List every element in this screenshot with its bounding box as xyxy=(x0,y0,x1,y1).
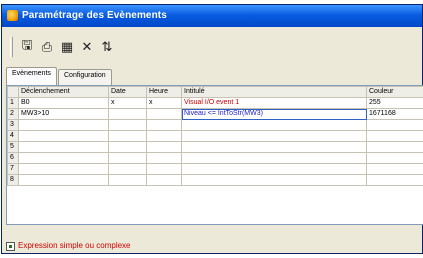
time-cell[interactable] xyxy=(146,174,182,186)
toolbar-grip[interactable] xyxy=(10,37,13,57)
label-cell[interactable]: Niveau <= IntToStr(MW3) xyxy=(181,108,367,120)
trigger-cell[interactable]: MW3>10 xyxy=(18,108,109,120)
label-cell[interactable] xyxy=(181,174,367,186)
table-row[interactable]: 6 xyxy=(7,152,423,164)
row-number[interactable]: 3 xyxy=(7,119,19,131)
date-cell[interactable] xyxy=(108,130,147,142)
sort-icon[interactable]: ⇅ xyxy=(98,38,116,56)
status-text: Expression simple ou complexe xyxy=(18,241,131,250)
date-cell[interactable] xyxy=(108,119,147,131)
row-number[interactable]: 6 xyxy=(7,152,19,164)
col-header-date[interactable]: Date xyxy=(108,86,147,98)
color-cell[interactable]: 1671168 xyxy=(366,108,423,120)
col-header-trigger[interactable]: Déclenchement xyxy=(18,86,109,98)
table-row[interactable]: 5 xyxy=(7,141,423,153)
label-cell[interactable] xyxy=(181,152,367,164)
color-cell[interactable] xyxy=(366,119,423,131)
row-number[interactable]: 8 xyxy=(7,174,19,186)
row-number[interactable]: 2 xyxy=(7,108,19,120)
title-bar[interactable]: Paramétrage des Evènements xyxy=(2,5,422,27)
table-row[interactable]: 2 MW3>10 Niveau <= IntToStr(MW3) 1671168 xyxy=(7,108,423,120)
window-title: Paramétrage des Evènements xyxy=(22,10,167,21)
trigger-cell[interactable] xyxy=(18,152,109,164)
time-cell[interactable]: x xyxy=(146,97,182,109)
date-cell[interactable] xyxy=(108,163,147,175)
date-cell[interactable] xyxy=(108,152,147,164)
col-header-color[interactable]: Couleur xyxy=(366,86,423,98)
row-number[interactable]: 1 xyxy=(7,97,19,109)
col-header-time[interactable]: Heure xyxy=(146,86,182,98)
expression-icon xyxy=(6,242,15,251)
table-row[interactable]: 7 xyxy=(7,163,423,175)
time-cell[interactable] xyxy=(146,163,182,175)
corner-header[interactable] xyxy=(7,86,19,98)
table-row[interactable]: 8 xyxy=(7,174,423,186)
label-cell[interactable] xyxy=(181,163,367,175)
color-cell[interactable] xyxy=(366,174,423,186)
trigger-cell[interactable]: B0 xyxy=(18,97,109,109)
color-cell[interactable]: 255 xyxy=(366,97,423,109)
time-cell[interactable] xyxy=(146,108,182,120)
events-grid[interactable]: Déclenchement Date Heure Intitulé Couleu… xyxy=(6,85,423,225)
tab-evenements[interactable]: Evènements xyxy=(6,67,57,85)
col-header-label[interactable]: Intitulé xyxy=(181,86,367,98)
trigger-cell[interactable] xyxy=(18,141,109,153)
label-cell[interactable] xyxy=(181,119,367,131)
row-number[interactable]: 7 xyxy=(7,163,19,175)
app-icon xyxy=(7,10,18,21)
date-cell[interactable] xyxy=(108,174,147,186)
delete-icon[interactable]: ✕ xyxy=(78,38,96,56)
tab-configuration[interactable]: Configuration xyxy=(58,69,112,85)
row-number[interactable]: 5 xyxy=(7,141,19,153)
date-cell[interactable] xyxy=(108,108,147,120)
time-cell[interactable] xyxy=(146,119,182,131)
label-cell[interactable] xyxy=(181,141,367,153)
trigger-cell[interactable] xyxy=(18,174,109,186)
color-cell[interactable] xyxy=(366,163,423,175)
date-cell[interactable] xyxy=(108,141,147,153)
time-cell[interactable] xyxy=(146,130,182,142)
table-row[interactable]: 4 xyxy=(7,130,423,142)
trigger-cell[interactable] xyxy=(18,119,109,131)
events-table: Déclenchement Date Heure Intitulé Couleu… xyxy=(7,86,423,186)
table-row[interactable]: 3 xyxy=(7,119,423,131)
toolbar: 🖫 ⎙ ▦ ✕ ⇅ xyxy=(10,34,170,62)
color-cell[interactable] xyxy=(366,152,423,164)
label-cell[interactable]: Visual I/O event 1 xyxy=(181,97,367,109)
color-cell[interactable] xyxy=(366,141,423,153)
grid-icon[interactable]: ▦ xyxy=(58,38,76,56)
trigger-cell[interactable] xyxy=(18,163,109,175)
trigger-cell[interactable] xyxy=(18,130,109,142)
time-cell[interactable] xyxy=(146,152,182,164)
label-cell[interactable] xyxy=(181,130,367,142)
status-bar: Expression simple ou complexe xyxy=(6,241,420,253)
header-row: Déclenchement Date Heure Intitulé Couleu… xyxy=(7,86,423,98)
color-cell[interactable] xyxy=(366,130,423,142)
time-cell[interactable] xyxy=(146,141,182,153)
row-number[interactable]: 4 xyxy=(7,130,19,142)
save-icon[interactable]: 🖫 xyxy=(18,37,36,56)
events-settings-window: Paramétrage des Evènements 🖫 ⎙ ▦ ✕ ⇅ Evè… xyxy=(1,4,423,254)
date-cell[interactable]: x xyxy=(108,97,147,109)
print-icon[interactable]: ⎙ xyxy=(38,38,56,56)
table-row[interactable]: 1 B0 x x Visual I/O event 1 255 xyxy=(7,97,423,109)
tab-strip: Evènements Configuration xyxy=(6,67,306,85)
